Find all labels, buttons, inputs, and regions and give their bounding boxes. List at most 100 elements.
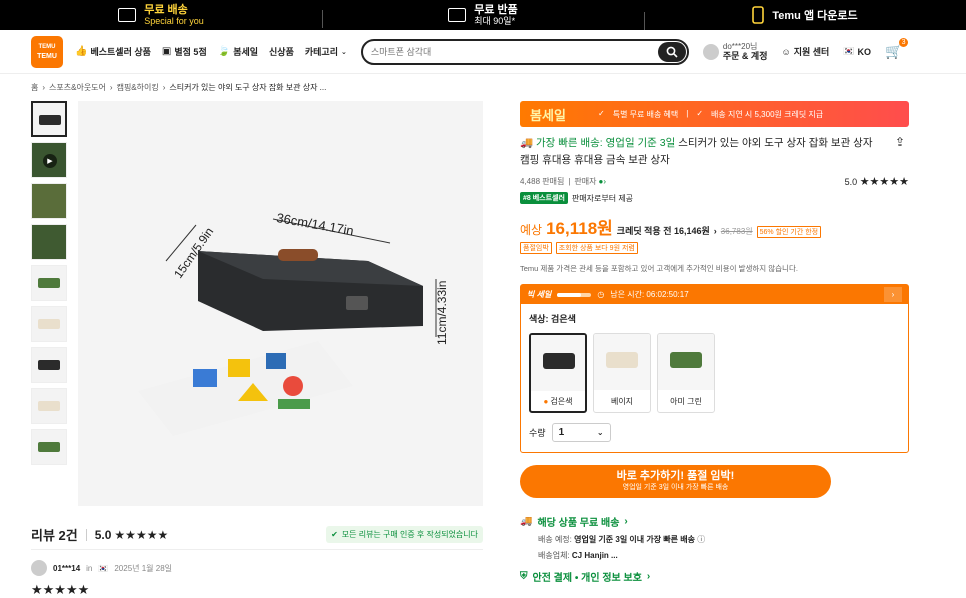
- free-return-promo[interactable]: 무료 반품 최대 90일*: [322, 4, 644, 28]
- chevron-right-icon: ›: [646, 571, 651, 582]
- price-tags: 품절임박 조회한 상품 보다 9원 저렴: [520, 242, 909, 254]
- shield-check-icon: ⛨: [520, 571, 528, 582]
- nav-five-star[interactable]: ▣ 별점 5점: [162, 45, 207, 58]
- rating-stars: ★★★★★: [859, 175, 909, 188]
- spring-sale-banner[interactable]: 봄세일 ✓ 특별 무료 배송 혜택 | ✓ 배송 지연 시 5,300원 크레딧 지…: [520, 101, 909, 127]
- deal-box: 빅 세일 ◷ 남은 시간: 06:02:50:17 › 색상: 검은색 ● 검은색…: [520, 284, 909, 453]
- language-selector[interactable]: 🇰🇷 KO: [843, 46, 871, 57]
- reviews-section: 리뷰 2건 5.0 ★★★★★ ✔ 모든 리뷰는 구매 인증 후 작성되었습니다…: [31, 520, 483, 598]
- color-swatches: ● 검은색 베이지 아미 그린: [529, 333, 900, 413]
- almost-sold-out-tag: 품절임박: [520, 242, 552, 254]
- price-before-credit[interactable]: 크레딧 적용 전 16,146원: [617, 224, 710, 237]
- korea-flag-icon: 🇰🇷: [843, 46, 855, 56]
- quantity-row: 수량 1 ⌄: [529, 423, 900, 442]
- fast-shipping-text: 가장 빠른 배송: 영업일 기준 3일: [536, 137, 676, 149]
- temu-logo[interactable]: TEMU TEMU: [31, 35, 63, 68]
- app-download-promo[interactable]: Temu 앱 다운로드: [644, 6, 966, 30]
- search-input[interactable]: [370, 46, 651, 57]
- bestseller-badge[interactable]: #8 베스트셀러: [520, 192, 568, 204]
- verified-review-text: 모든 리뷰는 구매 인증 후 작성되었습니다: [341, 530, 478, 539]
- search-button[interactable]: [657, 41, 686, 62]
- truck-icon: 🚚: [520, 137, 534, 149]
- reviews-header: 리뷰 2건 5.0 ★★★★★ ✔ 모든 리뷰는 구매 인증 후 작성되었습니다: [31, 520, 483, 550]
- share-icon[interactable]: ⇪: [895, 135, 909, 169]
- search-icon: [666, 46, 678, 58]
- add-to-cart-button[interactable]: 바로 추가하기! 품절 임박! 영업일 기준 3일 이내 가장 빠른 배송: [520, 465, 831, 498]
- leaf-icon: 🍃: [217, 46, 231, 57]
- quantity-select[interactable]: 1 ⌄: [551, 423, 611, 442]
- swatch-army-green[interactable]: 아미 그린: [657, 333, 715, 413]
- thumbnail-5[interactable]: [31, 265, 67, 301]
- free-shipping-sub: Special for you: [144, 15, 204, 26]
- swatch-beige[interactable]: 베이지: [593, 333, 651, 413]
- sale-perk-2: 배송 지연 시 5,300원 크레딧 지급: [711, 109, 824, 119]
- swatch-name: 베이지: [594, 390, 650, 412]
- swatch-image: [658, 334, 714, 390]
- variant-selector: 색상: 검은색 ● 검은색 베이지 아미 그린 수량 1 ⌄: [521, 304, 908, 452]
- cta-main-label: 바로 추가하기! 품절 임박!: [616, 470, 735, 482]
- swatch-label: 베이지: [610, 396, 634, 406]
- nav-new-arrivals[interactable]: 신상품: [269, 45, 294, 58]
- chat-bubble-icon: ☺: [781, 46, 791, 57]
- info-icon[interactable]: ⓘ: [697, 535, 705, 544]
- eta-label: 배송 예정:: [538, 535, 572, 544]
- quantity-label: 수량: [529, 428, 546, 438]
- breadcrumb-home[interactable]: 홈: [31, 82, 38, 93]
- reviews-title: 리뷰 2건: [31, 528, 78, 543]
- secure-payment-link[interactable]: ⛨ 안전 결제 • 개인 정보 보호 ›: [520, 569, 909, 584]
- swatch-image: [594, 334, 650, 390]
- nav-spring-sale[interactable]: 🍃 봄세일: [218, 45, 258, 58]
- meta-row: 4,488 판매됨 | 판매자 ●› 5.0 ★★★★★: [520, 175, 909, 188]
- language-label: KO: [857, 46, 872, 57]
- chevron-down-icon: ⌄: [341, 48, 347, 56]
- toolbox-illustration: 36cm/14.17in 15cm/5.9in 11cm/4.33in: [138, 210, 449, 436]
- free-shipping-head: 해당 상품 무료 배송: [537, 518, 620, 529]
- account-menu[interactable]: do***20님 주문 & 계정: [702, 42, 768, 62]
- sold-count: 4,488 판매됨: [520, 176, 565, 186]
- shield-check-icon: ✔: [331, 530, 338, 539]
- breadcrumb-sports[interactable]: 스포츠&아웃도어: [49, 82, 106, 93]
- review-stars: ★★★★★: [31, 582, 90, 597]
- thumbnail-1[interactable]: [31, 101, 67, 137]
- logo-text-top: TEMU: [38, 43, 56, 50]
- thumbnail-7[interactable]: [31, 347, 67, 383]
- divider: [85, 528, 87, 541]
- thumbnail-8[interactable]: [31, 388, 67, 424]
- free-return-sub: 최대 90일*: [474, 15, 516, 26]
- account-label: 주문 & 계정: [722, 50, 768, 61]
- shipping-eta: 배송 예정: 영업일 기준 3일 이내 가장 빠른 배송 ⓘ: [520, 534, 909, 545]
- thumbnail-3[interactable]: [31, 183, 67, 219]
- nav-bestsellers[interactable]: 👍 베스트셀러 상품: [75, 45, 151, 58]
- cart-count-badge: 3: [898, 38, 909, 47]
- thumbnail-9[interactable]: [31, 429, 67, 465]
- chevron-down-icon: ⌄: [596, 428, 604, 437]
- divider: |: [686, 108, 689, 118]
- seller-link[interactable]: 판매자: [574, 176, 596, 187]
- breadcrumb-camping[interactable]: 캠핑&하이킹: [117, 82, 159, 93]
- nav-categories[interactable]: 카테고리 ⌄: [305, 45, 347, 58]
- chevron-right-icon[interactable]: ›: [884, 287, 902, 302]
- support-center-link[interactable]: ☺ 지원 센터: [782, 45, 830, 58]
- check-icon: ✓: [598, 108, 605, 118]
- thumbnail-4[interactable]: [31, 224, 67, 260]
- rating-value: 5.0: [844, 176, 858, 187]
- main-product-image[interactable]: 36cm/14.17in 15cm/5.9in 11cm/4.33in: [78, 101, 483, 506]
- swatch-label: 검은색: [550, 396, 573, 406]
- shipping-carriers: 배송업체: CJ Hanjin ...: [520, 550, 909, 561]
- swatch-black[interactable]: ● 검은색: [529, 333, 587, 413]
- nav-label: 별점 5점: [174, 47, 207, 57]
- cart-button[interactable]: 🛒 3: [885, 38, 909, 60]
- nav-label: 베스트셀러 상품: [90, 47, 151, 57]
- free-shipping-promo[interactable]: 무료 배송 Special for you: [0, 4, 322, 27]
- review-item: 01***14 in 🇰🇷 2025년 1월 28일: [31, 560, 483, 576]
- thumbnail-6[interactable]: [31, 306, 67, 342]
- review-date: 2025년 1월 28일: [114, 563, 173, 573]
- carriers-label: 배송업체:: [538, 551, 570, 560]
- color-label: 색상: 검은색: [529, 314, 576, 324]
- free-shipping-link[interactable]: 🚚 해당 상품 무료 배송 ›: [520, 514, 909, 529]
- price-row: 예상 16,118원 크레딧 적용 전 16,146원 › 36,783원 56…: [520, 214, 909, 239]
- thumbnail-video[interactable]: ▶: [31, 142, 67, 178]
- original-price: 36,783원: [720, 227, 753, 236]
- rating[interactable]: 5.0 ★★★★★: [845, 175, 909, 188]
- sale-perks: ✓ 특별 무료 배송 혜택 | ✓ 배송 지연 시 5,300원 크레딧 지급: [598, 109, 823, 120]
